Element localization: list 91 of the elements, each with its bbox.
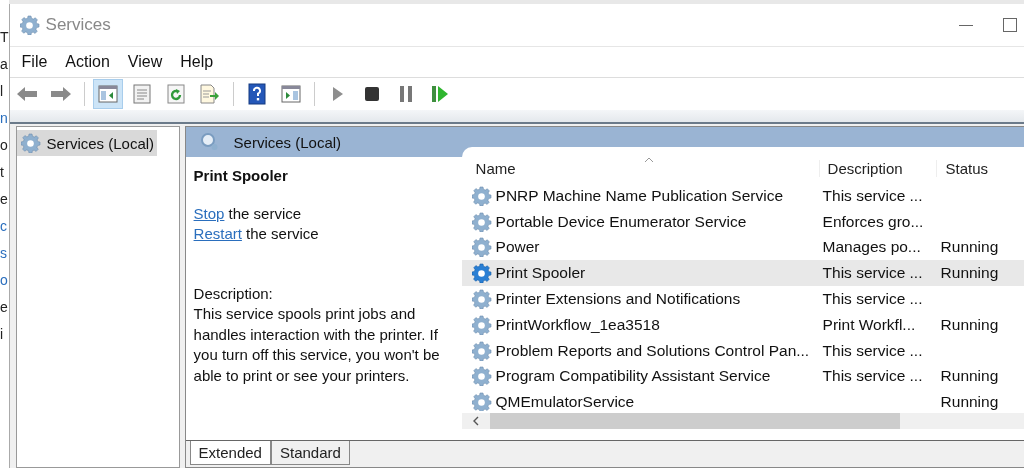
- background-text: a: [0, 55, 9, 74]
- service-row[interactable]: PNRP Machine Name Publication Service This service ...: [461, 183, 1024, 209]
- window-pane-icon: [97, 85, 118, 103]
- description-label: Description:: [193, 284, 274, 304]
- table-cell: Running: [940, 238, 999, 257]
- table-cell: Printer Extensions and Notifications: [495, 290, 741, 309]
- menu-item[interactable]: Help: [172, 53, 224, 71]
- app-gear-icon: [19, 15, 40, 35]
- service-row[interactable]: Power Manages po... Running: [461, 234, 1024, 261]
- gear-icon: [471, 392, 492, 411]
- table-cell: Running: [940, 367, 999, 386]
- background-text: T: [0, 28, 9, 47]
- service-row[interactable]: Printer Extensions and Notifications This service ...: [461, 286, 1024, 312]
- table-cell: Program Compatibility Assistant Service: [495, 367, 771, 386]
- table-cell: This service ...: [822, 264, 923, 283]
- scrollbar-thumb[interactable]: [489, 413, 900, 429]
- table-cell: PNRP Machine Name Publication Service: [495, 186, 784, 205]
- console-tree-button[interactable]: [92, 79, 123, 109]
- window-title: Services: [45, 15, 111, 35]
- service-row[interactable]: QMEmulatorService Running: [461, 389, 1024, 411]
- action-link[interactable]: Restart: [193, 225, 242, 242]
- background-text: n: [0, 109, 9, 128]
- table-cell: QMEmulatorService: [495, 393, 635, 411]
- table-cell: This service ...: [822, 367, 923, 386]
- column-header[interactable]: Status: [935, 160, 1024, 177]
- gear-icon: [20, 133, 41, 153]
- background-text: c: [0, 217, 8, 236]
- service-row[interactable]: PrintWorkflow_1ea3518 Print Workfl... Running: [461, 312, 1024, 338]
- scroll-left-icon: [471, 416, 480, 426]
- background-text: o: [0, 136, 9, 155]
- action-sentence: Restart the service: [193, 224, 320, 244]
- service-row[interactable]: Print Spooler This service ... Running: [461, 260, 1024, 287]
- menu-item[interactable]: Action: [57, 53, 120, 71]
- background-text: l: [0, 82, 5, 101]
- magnifier-gear-icon: [199, 132, 220, 152]
- table-cell: PrintWorkflow_1ea3518: [495, 315, 660, 334]
- table-cell: Enforces gro...: [822, 212, 924, 231]
- gear-icon: [471, 314, 492, 335]
- play-icon: [331, 86, 344, 102]
- right-arrow-icon: [49, 86, 72, 102]
- table-cell: This service ...: [822, 290, 923, 309]
- background-text: s: [0, 244, 8, 263]
- refresh-icon: [166, 84, 185, 104]
- table-cell: Running: [940, 393, 999, 411]
- gear-icon: [471, 340, 492, 361]
- view-tab[interactable]: Extended: [189, 441, 271, 465]
- service-row[interactable]: Problem Reports and Solutions Control Pan... This service ...: [461, 337, 1024, 364]
- background-text: e: [0, 190, 9, 209]
- column-header[interactable]: Name: [475, 160, 819, 177]
- service-row[interactable]: Portable Device Enumerator Service Enforces gro...: [461, 208, 1024, 235]
- view-tab[interactable]: Standard: [270, 441, 350, 465]
- pane-title: Services (Local): [233, 133, 342, 151]
- description-text: This service spools print jobs and handles interaction with the printer. If you turn off this service, you won't be able to print or see your printers.: [193, 304, 441, 386]
- gear-icon: [471, 211, 492, 232]
- sort-caret-icon: [643, 157, 654, 163]
- action-link[interactable]: Stop: [193, 205, 225, 222]
- pause-icon: [399, 86, 412, 102]
- table-cell: Running: [940, 315, 999, 334]
- service-title: Print Spooler: [193, 167, 289, 184]
- document-icon: [132, 84, 151, 104]
- table-cell: Manages po...: [822, 238, 921, 257]
- gear-icon: [471, 289, 492, 310]
- service-row[interactable]: Program Compatibility Assistant Service This service ... Running: [461, 363, 1024, 390]
- table-cell: This service ...: [822, 341, 923, 360]
- table-cell: Portable Device Enumerator Service: [495, 212, 747, 231]
- table-cell: This service ...: [822, 186, 923, 205]
- horizontal-scrollbar[interactable]: [461, 413, 1024, 429]
- gear-icon: [471, 185, 492, 206]
- stop-icon: [364, 87, 379, 101]
- table-cell: Print Workfl...: [822, 315, 916, 334]
- background-text: t: [0, 163, 5, 182]
- menu-item[interactable]: View: [119, 53, 173, 71]
- help-icon: [247, 83, 266, 105]
- left-arrow-icon: [15, 86, 38, 102]
- gear-icon: [471, 237, 492, 258]
- background-text: i: [0, 325, 5, 344]
- table-cell: Power: [495, 238, 540, 257]
- window-pane-icon: [280, 85, 301, 103]
- gear-icon: [471, 263, 492, 284]
- action-sentence: Stop the service: [193, 204, 303, 224]
- tree-item[interactable]: Services (Local): [16, 130, 158, 156]
- column-header[interactable]: Description: [818, 160, 936, 177]
- table-cell: Problem Reports and Solutions Control Pan...: [495, 341, 810, 360]
- background-text: o: [0, 271, 9, 290]
- gear-icon: [471, 366, 492, 387]
- export-list-icon: [199, 84, 220, 104]
- restart-icon: [431, 86, 448, 102]
- menu-item[interactable]: File: [13, 53, 58, 71]
- table-cell: Print Spooler: [495, 264, 586, 283]
- background-text: e: [0, 298, 9, 317]
- table-cell: Running: [940, 264, 999, 283]
